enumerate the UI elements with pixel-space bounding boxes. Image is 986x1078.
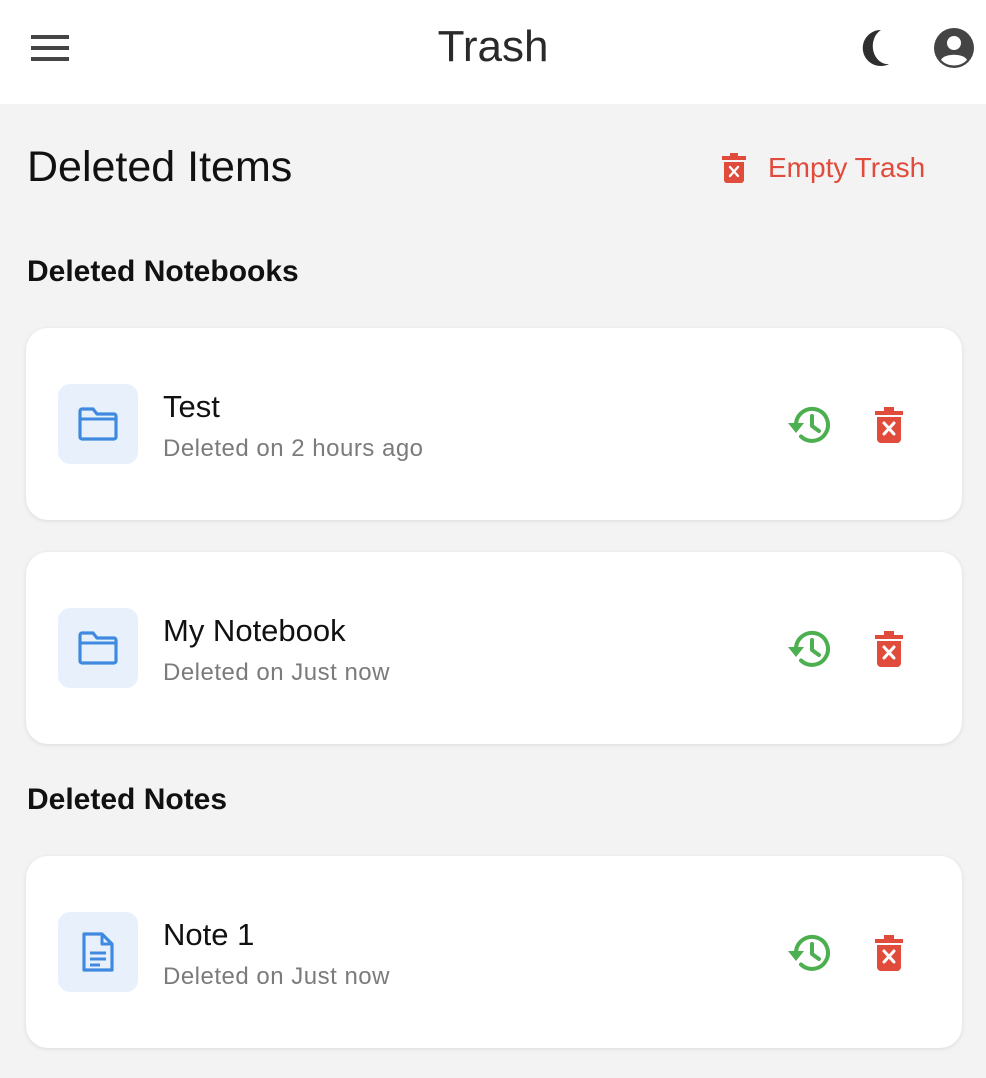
notebook-name: Test — [163, 389, 220, 424]
notebook-card[interactable]: Test Deleted on 2 hours ago — [26, 328, 962, 520]
delete-forever-icon — [875, 407, 903, 443]
folder-icon — [78, 407, 118, 441]
delete-forever-icon — [722, 153, 746, 183]
section-title-notebooks: Deleted Notebooks — [27, 255, 299, 288]
restore-icon — [788, 406, 830, 443]
notebook-card[interactable]: My Notebook Deleted on Just now — [26, 552, 962, 744]
deleted-time: Deleted on 2 hours ago — [163, 435, 424, 462]
notebook-thumb — [58, 384, 138, 464]
app-bar-title: Trash — [437, 22, 549, 71]
restore-button[interactable] — [784, 928, 834, 978]
notebook-thumb — [58, 608, 138, 688]
note-card[interactable]: Note 1 Deleted on Just now — [26, 856, 962, 1048]
delete-forever-icon — [875, 935, 903, 971]
restore-button[interactable] — [784, 624, 834, 674]
delete-forever-button[interactable] — [864, 928, 914, 978]
empty-trash-label: Empty Trash — [768, 152, 926, 183]
restore-icon — [788, 630, 830, 667]
note-thumb — [58, 912, 138, 992]
document-icon — [82, 932, 114, 972]
app-bar: Trash — [0, 0, 986, 104]
delete-forever-button[interactable] — [864, 624, 914, 674]
delete-forever-button[interactable] — [864, 400, 914, 450]
delete-forever-icon — [875, 631, 903, 667]
note-name: Note 1 — [163, 917, 255, 952]
deleted-time: Deleted on Just now — [163, 659, 390, 686]
section-title-notes: Deleted Notes — [27, 783, 228, 816]
account-circle-icon — [934, 28, 974, 68]
folder-icon — [78, 631, 118, 665]
restore-icon — [788, 934, 830, 971]
empty-trash-button[interactable]: Empty Trash — [722, 146, 925, 190]
moon-icon — [862, 29, 889, 66]
account-button[interactable] — [928, 24, 980, 72]
deleted-time: Deleted on Just now — [163, 963, 390, 990]
restore-button[interactable] — [784, 400, 834, 450]
page-title: Deleted Items — [27, 143, 293, 191]
theme-toggle-button[interactable] — [852, 24, 900, 72]
notebook-name: My Notebook — [163, 613, 346, 648]
